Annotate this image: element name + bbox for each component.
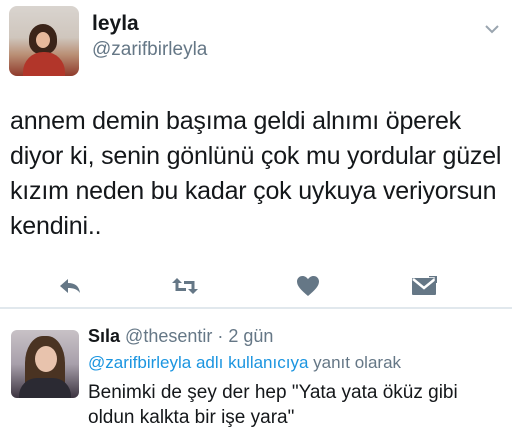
user-name[interactable]: leyla [92,12,139,36]
chevron-down-icon[interactable] [484,22,500,34]
replying-to-link[interactable]: @zarifbirleyla adlı kullanıcıya [88,353,308,372]
tweet-text: annem demin başıma geldi alnımı öperek d… [10,107,502,240]
reply-user-name[interactable]: Sıla [88,326,120,346]
replying-to-label: yanıt olarak [313,353,402,372]
user-handle[interactable]: @zarifbirleyla [92,39,207,61]
retweet-icon[interactable] [171,272,199,300]
replying-to: @zarifbirleyla adlı kullanıcıya yanıt ol… [88,353,401,373]
heart-icon[interactable] [294,272,322,300]
avatar[interactable] [9,6,79,76]
avatar[interactable] [11,330,79,398]
tweet: leyla @zarifbirleyla annem demin başıma … [0,0,512,307]
reply-time[interactable]: 2 gün [228,326,273,346]
reply-tweet[interactable]: Sıla @thesentir · 2 gün @zarifbirleyla a… [0,309,512,435]
reply-user-handle[interactable]: @thesentir [125,326,212,346]
envelope-icon[interactable] [410,272,438,300]
reply-header: Sıla @thesentir · 2 gün [88,325,273,347]
separator: · [217,326,224,346]
reply-icon[interactable] [56,272,84,300]
reply-text: Benimki de şey der hep "Yata yata öküz g… [88,382,458,428]
tweet-actions [0,272,512,300]
